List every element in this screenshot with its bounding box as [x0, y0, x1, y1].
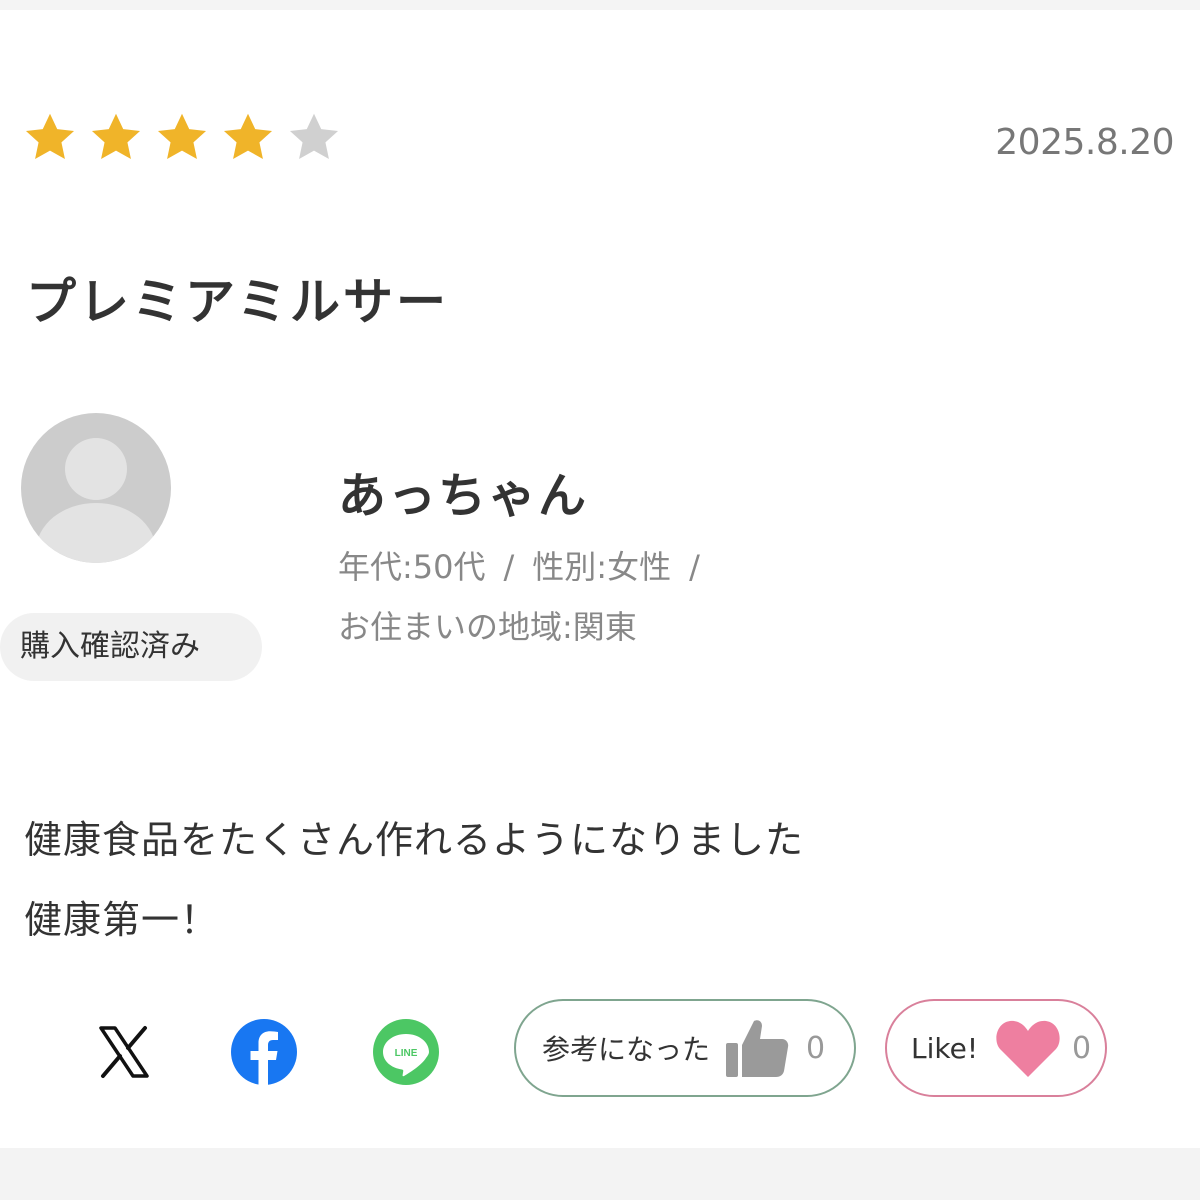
- bottom-band: [0, 1148, 1200, 1200]
- star-icon: [289, 113, 339, 159]
- facebook-icon: [231, 1019, 297, 1086]
- star-icon: [157, 113, 207, 159]
- like-button[interactable]: Like! 0: [885, 999, 1107, 1097]
- share-line-button[interactable]: LINE: [370, 1016, 442, 1088]
- thumbs-up-icon: [726, 1020, 789, 1077]
- reviewer-attributes: 年代:50代 / 性別:女性 / お住まいの地域:関東: [338, 537, 718, 657]
- share-x-button[interactable]: [88, 1016, 160, 1088]
- helpful-label: 参考になった: [542, 1033, 711, 1066]
- review-date: 2025.8.20: [995, 122, 1174, 163]
- review-card: 2025.8.20 プレミアミルサー 購入確認済み あっちゃん 年代:50代 / 性…: [0, 10, 1200, 1148]
- verified-purchase-badge: 購入確認済み: [0, 613, 262, 681]
- x-icon: [99, 1026, 149, 1078]
- like-count: 0: [1072, 1030, 1092, 1066]
- helpful-count: 0: [806, 1030, 826, 1066]
- attribute-separator: /: [689, 548, 700, 586]
- reviewer-gender: 性別:女性: [532, 548, 672, 586]
- reviewer-name: あっちゃん: [338, 468, 589, 524]
- attribute-separator: /: [503, 548, 515, 586]
- like-label: Like!: [911, 1031, 979, 1065]
- review-title: プレミアミルサー: [26, 273, 449, 331]
- top-band: [0, 0, 1200, 10]
- review-body-line: 健康第一！: [24, 898, 220, 942]
- star-icon: [223, 113, 273, 159]
- line-icon-text: LINE: [395, 1048, 418, 1059]
- reviewer-age: 年代:50代: [338, 548, 486, 586]
- line-icon: LINE: [373, 1019, 439, 1085]
- helpful-button[interactable]: 参考になった 0: [514, 999, 856, 1097]
- review-body-line: 健康食品をたくさん作れるようになりました: [24, 818, 805, 862]
- heart-icon: [996, 1020, 1060, 1077]
- share-facebook-button[interactable]: [228, 1016, 300, 1088]
- rating-stars: [22, 110, 342, 166]
- avatar-icon: [21, 413, 171, 563]
- star-icon: [91, 113, 141, 159]
- review-body: 健康食品をたくさん作れるようになりました 健康第一！: [24, 800, 804, 960]
- reviewer-region: お住まいの地域:関東: [338, 608, 637, 646]
- star-icon: [25, 113, 75, 159]
